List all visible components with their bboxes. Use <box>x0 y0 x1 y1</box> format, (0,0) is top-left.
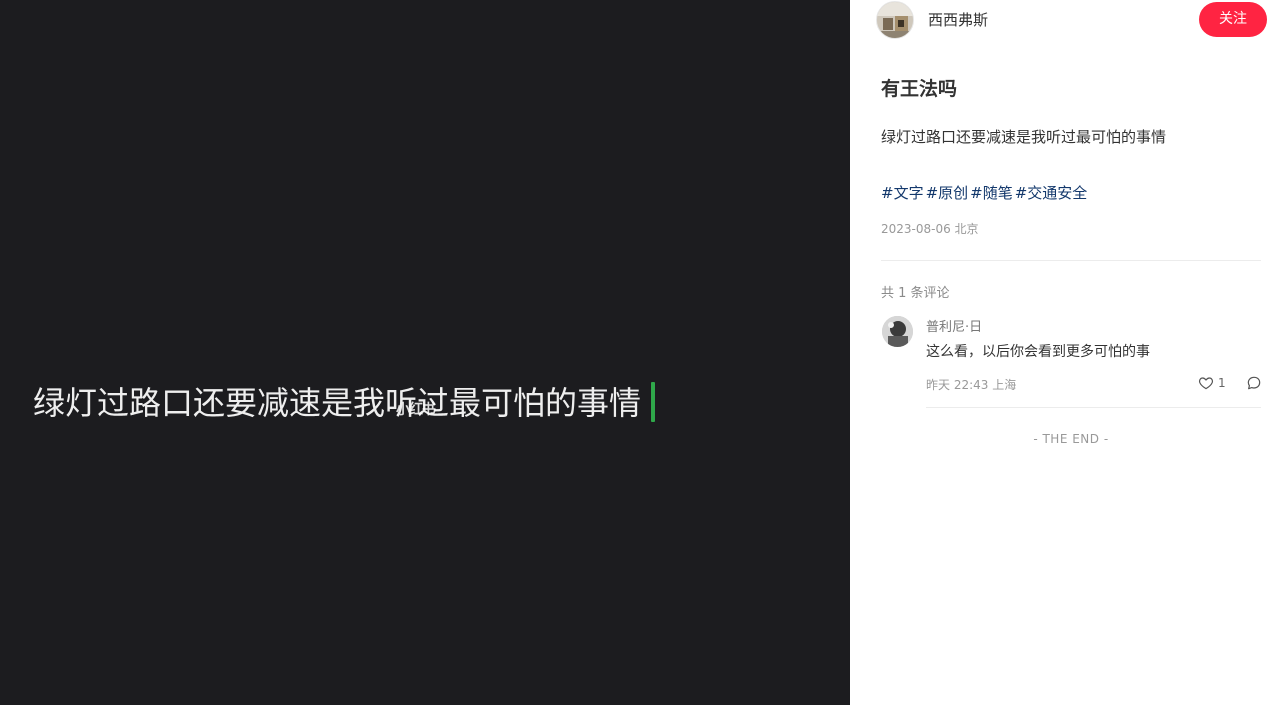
commenter-avatar[interactable] <box>882 316 913 347</box>
watermark: 小红书 <box>396 402 436 418</box>
comment-text: 这么看，以后你会看到更多可怕的事 <box>926 344 1150 360</box>
author-bar: 西西弗斯 关注 <box>850 0 1280 40</box>
commenter-name[interactable]: 普利尼·日 <box>926 316 982 335</box>
comment-count: 共 1 条评论 <box>881 286 950 301</box>
comment-divider <box>926 407 1261 408</box>
tag-link[interactable]: #随笔 <box>970 184 1013 202</box>
tag-link[interactable]: #原创 <box>926 184 969 202</box>
end-marker: - THE END - <box>1033 432 1109 446</box>
note-title: 有王法吗 <box>881 78 958 100</box>
comment-icon <box>1247 376 1261 390</box>
author-avatar[interactable] <box>876 1 914 39</box>
commenter-avatar-image <box>882 316 913 347</box>
note-media[interactable]: 绿灯过路口还要减速是我听过最可怕的事情 小红书 <box>0 0 850 705</box>
divider <box>881 260 1261 261</box>
tag-link[interactable]: #交通安全 <box>1015 184 1088 202</box>
comment-time-location: 昨天 22:43 上海 <box>926 378 1017 392</box>
heart-icon <box>1198 377 1214 390</box>
note-date-location: 2023-08-06 北京 <box>881 222 979 236</box>
like-count: 1 <box>1218 376 1226 390</box>
follow-button[interactable]: 关注 <box>1199 2 1267 37</box>
avatar-image <box>877 2 913 38</box>
note-description: 绿灯过路口还要减速是我听过最可怕的事情 <box>881 128 1167 146</box>
tag-link[interactable]: #文字 <box>881 184 924 202</box>
note-panel: 西西弗斯 关注 有王法吗 绿灯过路口还要减速是我听过最可怕的事情 #文字 #原创 #… <box>850 0 1280 705</box>
text-cursor <box>651 382 655 422</box>
tag-list: #文字 #原创 #随笔 #交通安全 <box>881 182 1089 203</box>
comment-reply-button[interactable] <box>1246 375 1262 391</box>
author-name[interactable]: 西西弗斯 <box>928 9 988 30</box>
media-caption: 绿灯过路口还要减速是我听过最可怕的事情 <box>33 384 642 422</box>
comment-like-button[interactable]: 1 <box>1198 374 1226 392</box>
note-detail-view: 绿灯过路口还要减速是我听过最可怕的事情 小红书 西西弗斯 关注 有王法吗 绿灯过… <box>0 0 1280 705</box>
comment-item: 普利尼·日 这么看，以后你会看到更多可怕的事 昨天 22:43 上海 1 <box>850 310 1280 410</box>
